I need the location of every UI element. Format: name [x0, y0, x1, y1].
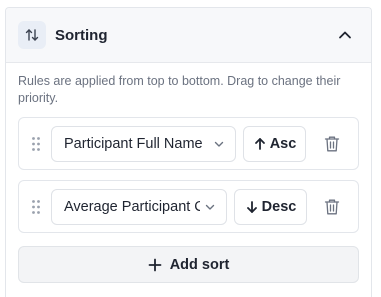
- chevron-down-icon: [213, 138, 225, 150]
- chevron-up-icon[interactable]: [331, 21, 359, 49]
- sort-direction-label: Desc: [261, 199, 297, 215]
- sort-direction-button[interactable]: Desc: [234, 189, 307, 225]
- sort-arrows-icon: [18, 21, 46, 49]
- trash-icon[interactable]: [324, 198, 340, 216]
- sort-direction-button[interactable]: Asc: [243, 126, 306, 162]
- plus-icon: [148, 258, 162, 272]
- arrow-up-icon: [253, 137, 267, 151]
- sort-field-value: Average Participant C: [64, 199, 200, 215]
- sort-direction-label: Asc: [269, 136, 297, 152]
- arrow-down-icon: [245, 200, 259, 214]
- trash-icon[interactable]: [324, 135, 340, 153]
- sort-field-select[interactable]: Average Participant C: [51, 189, 227, 225]
- add-sort-button[interactable]: Add sort: [18, 246, 359, 283]
- sorting-panel: Sorting Rules are applied from top to bo…: [5, 7, 372, 297]
- sort-rule: Participant Full Name Asc: [18, 117, 359, 170]
- sort-field-select[interactable]: Participant Full Name: [51, 126, 236, 162]
- sorting-header[interactable]: Sorting: [6, 8, 371, 63]
- sort-rule: Average Participant C Desc: [18, 180, 359, 233]
- sort-field-value: Participant Full Name: [64, 136, 203, 152]
- add-sort-label: Add sort: [169, 256, 230, 273]
- chevron-down-icon: [204, 201, 216, 213]
- drag-handle-icon[interactable]: [31, 136, 41, 152]
- panel-title: Sorting: [55, 26, 108, 44]
- sorting-hint-text: Rules are applied from top to bottom. Dr…: [18, 74, 341, 105]
- drag-handle-icon[interactable]: [31, 199, 41, 215]
